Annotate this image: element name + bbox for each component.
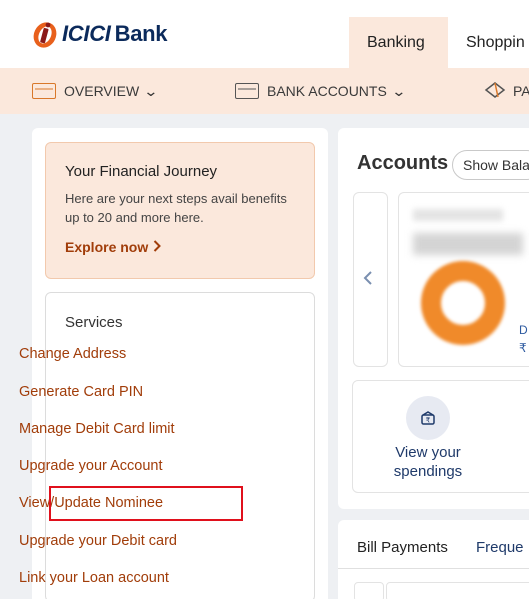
chevron-down-icon: ⌄ xyxy=(143,82,159,99)
highlight-annotation xyxy=(49,486,243,521)
account-card[interactable]: D ₹ xyxy=(398,192,529,367)
upgrade-account-link[interactable]: Upgrade your Account xyxy=(19,458,162,474)
journey-text: Here are your next steps avail benefits … xyxy=(65,191,287,225)
subnav-payments[interactable]: PA xyxy=(483,68,529,114)
show-balance-button[interactable]: Show Bala xyxy=(452,150,529,180)
tab-divider xyxy=(338,568,529,569)
change-address-link[interactable]: Change Address xyxy=(19,346,126,362)
journey-title: Your Financial Journey xyxy=(65,163,218,180)
bill-prev-button[interactable] xyxy=(354,582,384,599)
svg-text:₹: ₹ xyxy=(426,417,431,425)
tab-shopping[interactable]: Shoppin xyxy=(448,17,529,68)
view-spendings-label[interactable]: View your spendings xyxy=(370,443,486,481)
services-title: Services xyxy=(65,314,123,331)
generate-card-pin-link[interactable]: Generate Card PIN xyxy=(19,384,143,400)
blurred-account-number xyxy=(413,233,523,255)
subnav-bank-accounts[interactable]: BANK ACCOUNTS ⌄ xyxy=(235,68,407,114)
tab-frequent[interactable]: Freque xyxy=(476,539,524,556)
icici-logo-icon xyxy=(30,18,60,50)
bill-card[interactable] xyxy=(386,582,529,599)
tab-bill-payments[interactable]: Bill Payments xyxy=(357,539,448,556)
pay-icon xyxy=(483,80,507,103)
tab-banking[interactable]: Banking xyxy=(349,17,448,68)
balance-donut-chart xyxy=(421,261,505,345)
services-card: Services xyxy=(45,292,315,599)
account-card-text: D ₹ xyxy=(519,323,528,355)
card-icon xyxy=(235,83,259,99)
link-loan-account-link[interactable]: Link your Loan account xyxy=(19,570,169,586)
blurred-account-name xyxy=(413,209,503,221)
chevron-left-icon[interactable] xyxy=(363,270,373,291)
manage-debit-card-limit-link[interactable]: Manage Debit Card limit xyxy=(19,421,175,437)
upgrade-debit-card-link[interactable]: Upgrade your Debit card xyxy=(19,533,177,549)
wallet-icon: ₹ xyxy=(406,396,450,440)
financial-journey-card: Your Financial Journey Here are your nex… xyxy=(45,142,315,279)
logo-wordmark: ICICI Bank xyxy=(62,21,168,46)
card-icon xyxy=(32,83,56,99)
accounts-title: Accounts xyxy=(357,152,449,174)
chevron-down-icon: ⌄ xyxy=(391,82,407,99)
explore-now-link[interactable]: Explore now xyxy=(65,239,295,255)
icici-logo[interactable]: ICICI Bank xyxy=(30,14,168,54)
chevron-right-icon xyxy=(153,239,162,255)
subnav-overview[interactable]: OVERVIEW ⌄ xyxy=(32,68,159,114)
